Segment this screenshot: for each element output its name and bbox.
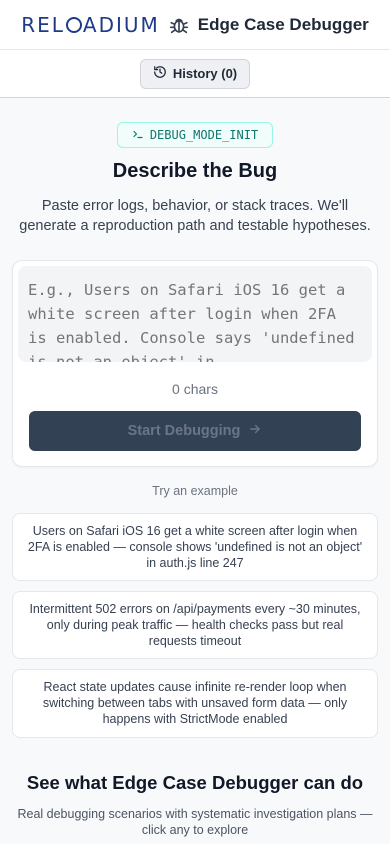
history-bar: History (0) xyxy=(0,50,390,98)
bug-icon xyxy=(168,14,190,36)
reloadium-logo: REL ADIUM xyxy=(21,12,160,37)
debug-mode-tag: DEBUG_MODE_INIT xyxy=(117,122,273,148)
start-debugging-button[interactable]: Start Debugging xyxy=(29,411,361,451)
example-card[interactable]: React state updates cause infinite re-re… xyxy=(12,669,378,738)
showcase-title: See what Edge Case Debugger can do xyxy=(26,772,364,793)
page-title: Describe the Bug xyxy=(112,160,278,182)
terminal-icon xyxy=(132,128,144,143)
app-title: Edge Case Debugger xyxy=(197,14,369,34)
bug-input-card: 0 chars Start Debugging xyxy=(12,260,378,467)
char-count: 0 chars xyxy=(172,381,218,397)
example-card[interactable]: Users on Safari iOS 16 get a white scree… xyxy=(12,513,378,581)
brand[interactable]: REL ADIUM Edge Case Debugger xyxy=(21,13,369,37)
history-button[interactable]: History (0) xyxy=(139,58,251,89)
app-header: REL ADIUM Edge Case Debugger xyxy=(0,0,390,50)
history-icon xyxy=(153,65,167,82)
showcase-subtitle: Real debugging scenarios with systematic… xyxy=(17,807,373,837)
examples-title: Try an example xyxy=(152,484,238,498)
arrow-right-icon xyxy=(248,422,262,440)
history-label: History (0) xyxy=(172,66,238,81)
bug-description-input[interactable] xyxy=(18,266,372,362)
page-subtitle: Paste error logs, behavior, or stack tra… xyxy=(19,198,371,234)
start-debugging-label: Start Debugging xyxy=(127,423,241,439)
tag-label: DEBUG_MODE_INIT xyxy=(149,128,259,142)
example-card[interactable]: Intermittent 502 errors on /api/payments… xyxy=(12,591,378,659)
